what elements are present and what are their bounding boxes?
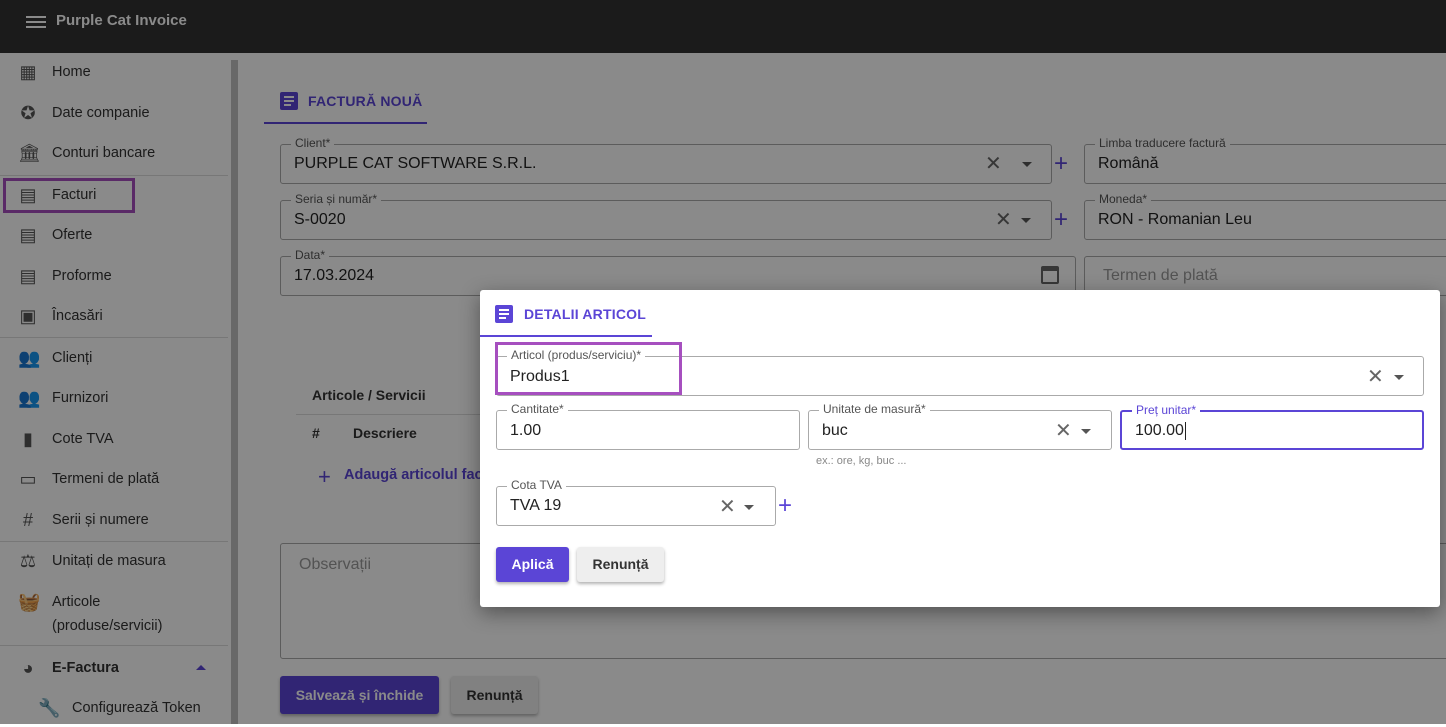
cancel-button[interactable]: Renunță [577, 547, 664, 582]
tab-indicator [480, 335, 652, 337]
unit-field[interactable]: Unitate de masură* buc ✕ [808, 402, 1112, 450]
field-value: TVA 19 [510, 497, 562, 514]
field-value: buc [822, 422, 848, 439]
chevron-down-icon[interactable] [1081, 429, 1091, 434]
field-value: 100.00 [1135, 422, 1186, 440]
field-label: Cantitate* [507, 402, 568, 416]
add-vat-icon[interactable]: + [778, 494, 792, 518]
unit-hint: ex.: ore, kg, buc ... [816, 455, 907, 467]
field-value: 1.00 [510, 422, 542, 439]
clear-icon[interactable]: ✕ [719, 497, 736, 517]
chevron-down-icon[interactable] [744, 505, 754, 510]
apply-button[interactable]: Aplică [496, 547, 569, 582]
field-label: Cota TVA [507, 478, 566, 492]
chevron-down-icon[interactable] [1394, 375, 1404, 380]
tab-detalii-articol[interactable]: DETALII ARTICOL [524, 306, 646, 322]
unit-price-field[interactable]: Preț unitar* 100.00 [1120, 403, 1424, 450]
clear-icon[interactable]: ✕ [1367, 367, 1384, 387]
highlight-box [495, 342, 682, 395]
vat-field[interactable]: Cota TVA TVA 19 ✕ [496, 478, 776, 526]
field-label: Unitate de masură* [819, 402, 930, 416]
clear-icon[interactable]: ✕ [1055, 421, 1072, 441]
document-icon [495, 305, 513, 323]
article-details-dialog: DETALII ARTICOL Articol (produs/serviciu… [480, 290, 1440, 607]
quantity-field[interactable]: Cantitate* 1.00 [496, 402, 800, 450]
field-label: Preț unitar* [1132, 403, 1201, 417]
